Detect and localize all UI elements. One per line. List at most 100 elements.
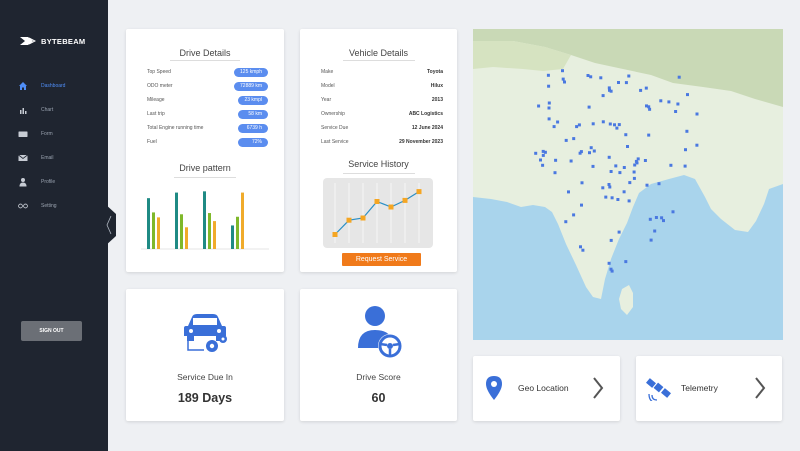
vehicle-marker[interactable] [643, 159, 647, 162]
vehicle-marker[interactable] [624, 260, 628, 264]
vehicle-marker[interactable] [657, 182, 661, 186]
vehicle-marker[interactable] [572, 137, 576, 141]
vehicle-marker[interactable] [537, 104, 541, 108]
vehicle-marker[interactable] [607, 155, 611, 159]
vehicle-marker[interactable] [580, 181, 584, 185]
vehicle-marker[interactable] [547, 101, 551, 105]
vehicle-marker[interactable] [609, 170, 613, 173]
vehicle-marker[interactable] [579, 150, 583, 154]
vehicle-marker[interactable] [577, 123, 581, 127]
vehicle-marker[interactable] [541, 149, 545, 153]
vehicle-marker[interactable] [579, 245, 582, 249]
vehicle-map[interactable] [473, 29, 783, 340]
vehicle-marker[interactable] [609, 238, 613, 242]
vehicle-marker[interactable] [601, 120, 605, 124]
vehicle-marker[interactable] [648, 107, 652, 111]
vehicle-marker[interactable] [564, 138, 568, 142]
vehicle-marker[interactable] [561, 69, 564, 73]
vehicle-marker[interactable] [541, 153, 545, 157]
vehicle-marker[interactable] [601, 94, 605, 98]
vehicle-marker[interactable] [676, 102, 680, 106]
vehicle-marker[interactable] [636, 157, 640, 161]
vehicle-marker[interactable] [556, 120, 560, 124]
vehicle-marker[interactable] [614, 164, 618, 168]
vehicle-marker[interactable] [644, 86, 648, 90]
vehicle-marker[interactable] [589, 146, 593, 150]
brand-logo[interactable]: BYTEBEAM [20, 35, 86, 47]
vehicle-marker[interactable] [674, 110, 678, 113]
vehicle-marker[interactable] [632, 170, 636, 174]
vehicle-marker[interactable] [686, 93, 689, 97]
vehicle-marker[interactable] [684, 148, 687, 152]
vehicle-marker[interactable] [647, 133, 651, 137]
vehicle-marker[interactable] [649, 238, 653, 242]
vehicle-marker[interactable] [617, 123, 621, 127]
vehicle-marker[interactable] [645, 183, 649, 187]
vehicle-marker[interactable] [561, 77, 565, 81]
vehicle-marker[interactable] [618, 171, 622, 175]
vehicle-marker[interactable] [586, 74, 590, 77]
sign-out-button[interactable]: SIGN OUT [21, 321, 82, 341]
vehicle-marker[interactable] [695, 112, 699, 116]
vehicle-marker[interactable] [613, 123, 616, 127]
vehicle-marker[interactable] [662, 219, 665, 223]
vehicle-marker[interactable] [617, 81, 620, 84]
vehicle-marker[interactable] [654, 216, 658, 219]
vehicle-marker[interactable] [610, 196, 614, 200]
vehicle-marker[interactable] [685, 129, 689, 133]
geo-location-card[interactable]: Geo Location [473, 356, 620, 421]
vehicle-marker[interactable] [563, 80, 566, 84]
vehicle-marker[interactable] [567, 190, 570, 194]
vehicle-marker[interactable] [569, 159, 573, 163]
sidebar-item-chart[interactable]: Chart [18, 98, 65, 122]
vehicle-marker[interactable] [616, 198, 620, 201]
sidebar-item-setting[interactable]: Setting [18, 194, 65, 218]
vehicle-marker[interactable] [632, 176, 636, 180]
vehicle-marker[interactable] [624, 81, 628, 85]
vehicle-marker[interactable] [617, 230, 621, 234]
vehicle-marker[interactable] [587, 105, 591, 109]
vehicle-marker[interactable] [607, 183, 611, 186]
vehicle-marker[interactable] [589, 75, 593, 79]
vehicle-marker[interactable] [554, 158, 558, 162]
request-service-button[interactable]: Request Service [342, 253, 421, 266]
vehicle-marker[interactable] [626, 145, 629, 148]
vehicle-marker[interactable] [580, 203, 583, 207]
vehicle-marker[interactable] [627, 199, 631, 203]
vehicle-marker[interactable] [648, 217, 652, 221]
vehicle-marker[interactable] [607, 261, 611, 265]
sidebar-collapse-toggle[interactable] [104, 203, 116, 247]
vehicle-marker[interactable] [608, 88, 611, 92]
vehicle-marker[interactable] [547, 84, 551, 88]
vehicle-marker[interactable] [671, 210, 675, 214]
vehicle-marker[interactable] [553, 171, 557, 175]
vehicle-marker[interactable] [695, 143, 699, 147]
telemetry-card[interactable]: Telemetry [636, 356, 782, 421]
vehicle-marker[interactable] [601, 186, 605, 190]
vehicle-marker[interactable] [609, 267, 613, 271]
vehicle-marker[interactable] [622, 166, 626, 169]
vehicle-marker[interactable] [608, 122, 612, 126]
vehicle-marker[interactable] [677, 75, 681, 79]
vehicle-marker[interactable] [592, 149, 596, 153]
vehicle-marker[interactable] [591, 164, 595, 168]
vehicle-marker[interactable] [564, 220, 568, 224]
vehicle-marker[interactable] [645, 104, 648, 108]
vehicle-marker[interactable] [639, 88, 643, 92]
vehicle-marker[interactable] [667, 100, 671, 104]
vehicle-marker[interactable] [683, 164, 687, 168]
vehicle-marker[interactable] [552, 125, 556, 129]
vehicle-marker[interactable] [539, 158, 542, 162]
vehicle-marker[interactable] [547, 117, 551, 121]
vehicle-marker[interactable] [653, 229, 657, 233]
vehicle-marker[interactable] [588, 151, 591, 155]
vehicle-marker[interactable] [628, 181, 632, 185]
vehicle-marker[interactable] [615, 126, 619, 130]
sidebar-item-profile[interactable]: Profile [18, 170, 65, 194]
vehicle-marker[interactable] [659, 99, 663, 103]
vehicle-marker[interactable] [534, 151, 538, 155]
vehicle-marker[interactable] [669, 163, 673, 167]
sidebar-item-dashboard[interactable]: Dashboard [18, 74, 65, 98]
vehicle-marker[interactable] [660, 216, 664, 220]
sidebar-item-email[interactable]: Email [18, 146, 65, 170]
